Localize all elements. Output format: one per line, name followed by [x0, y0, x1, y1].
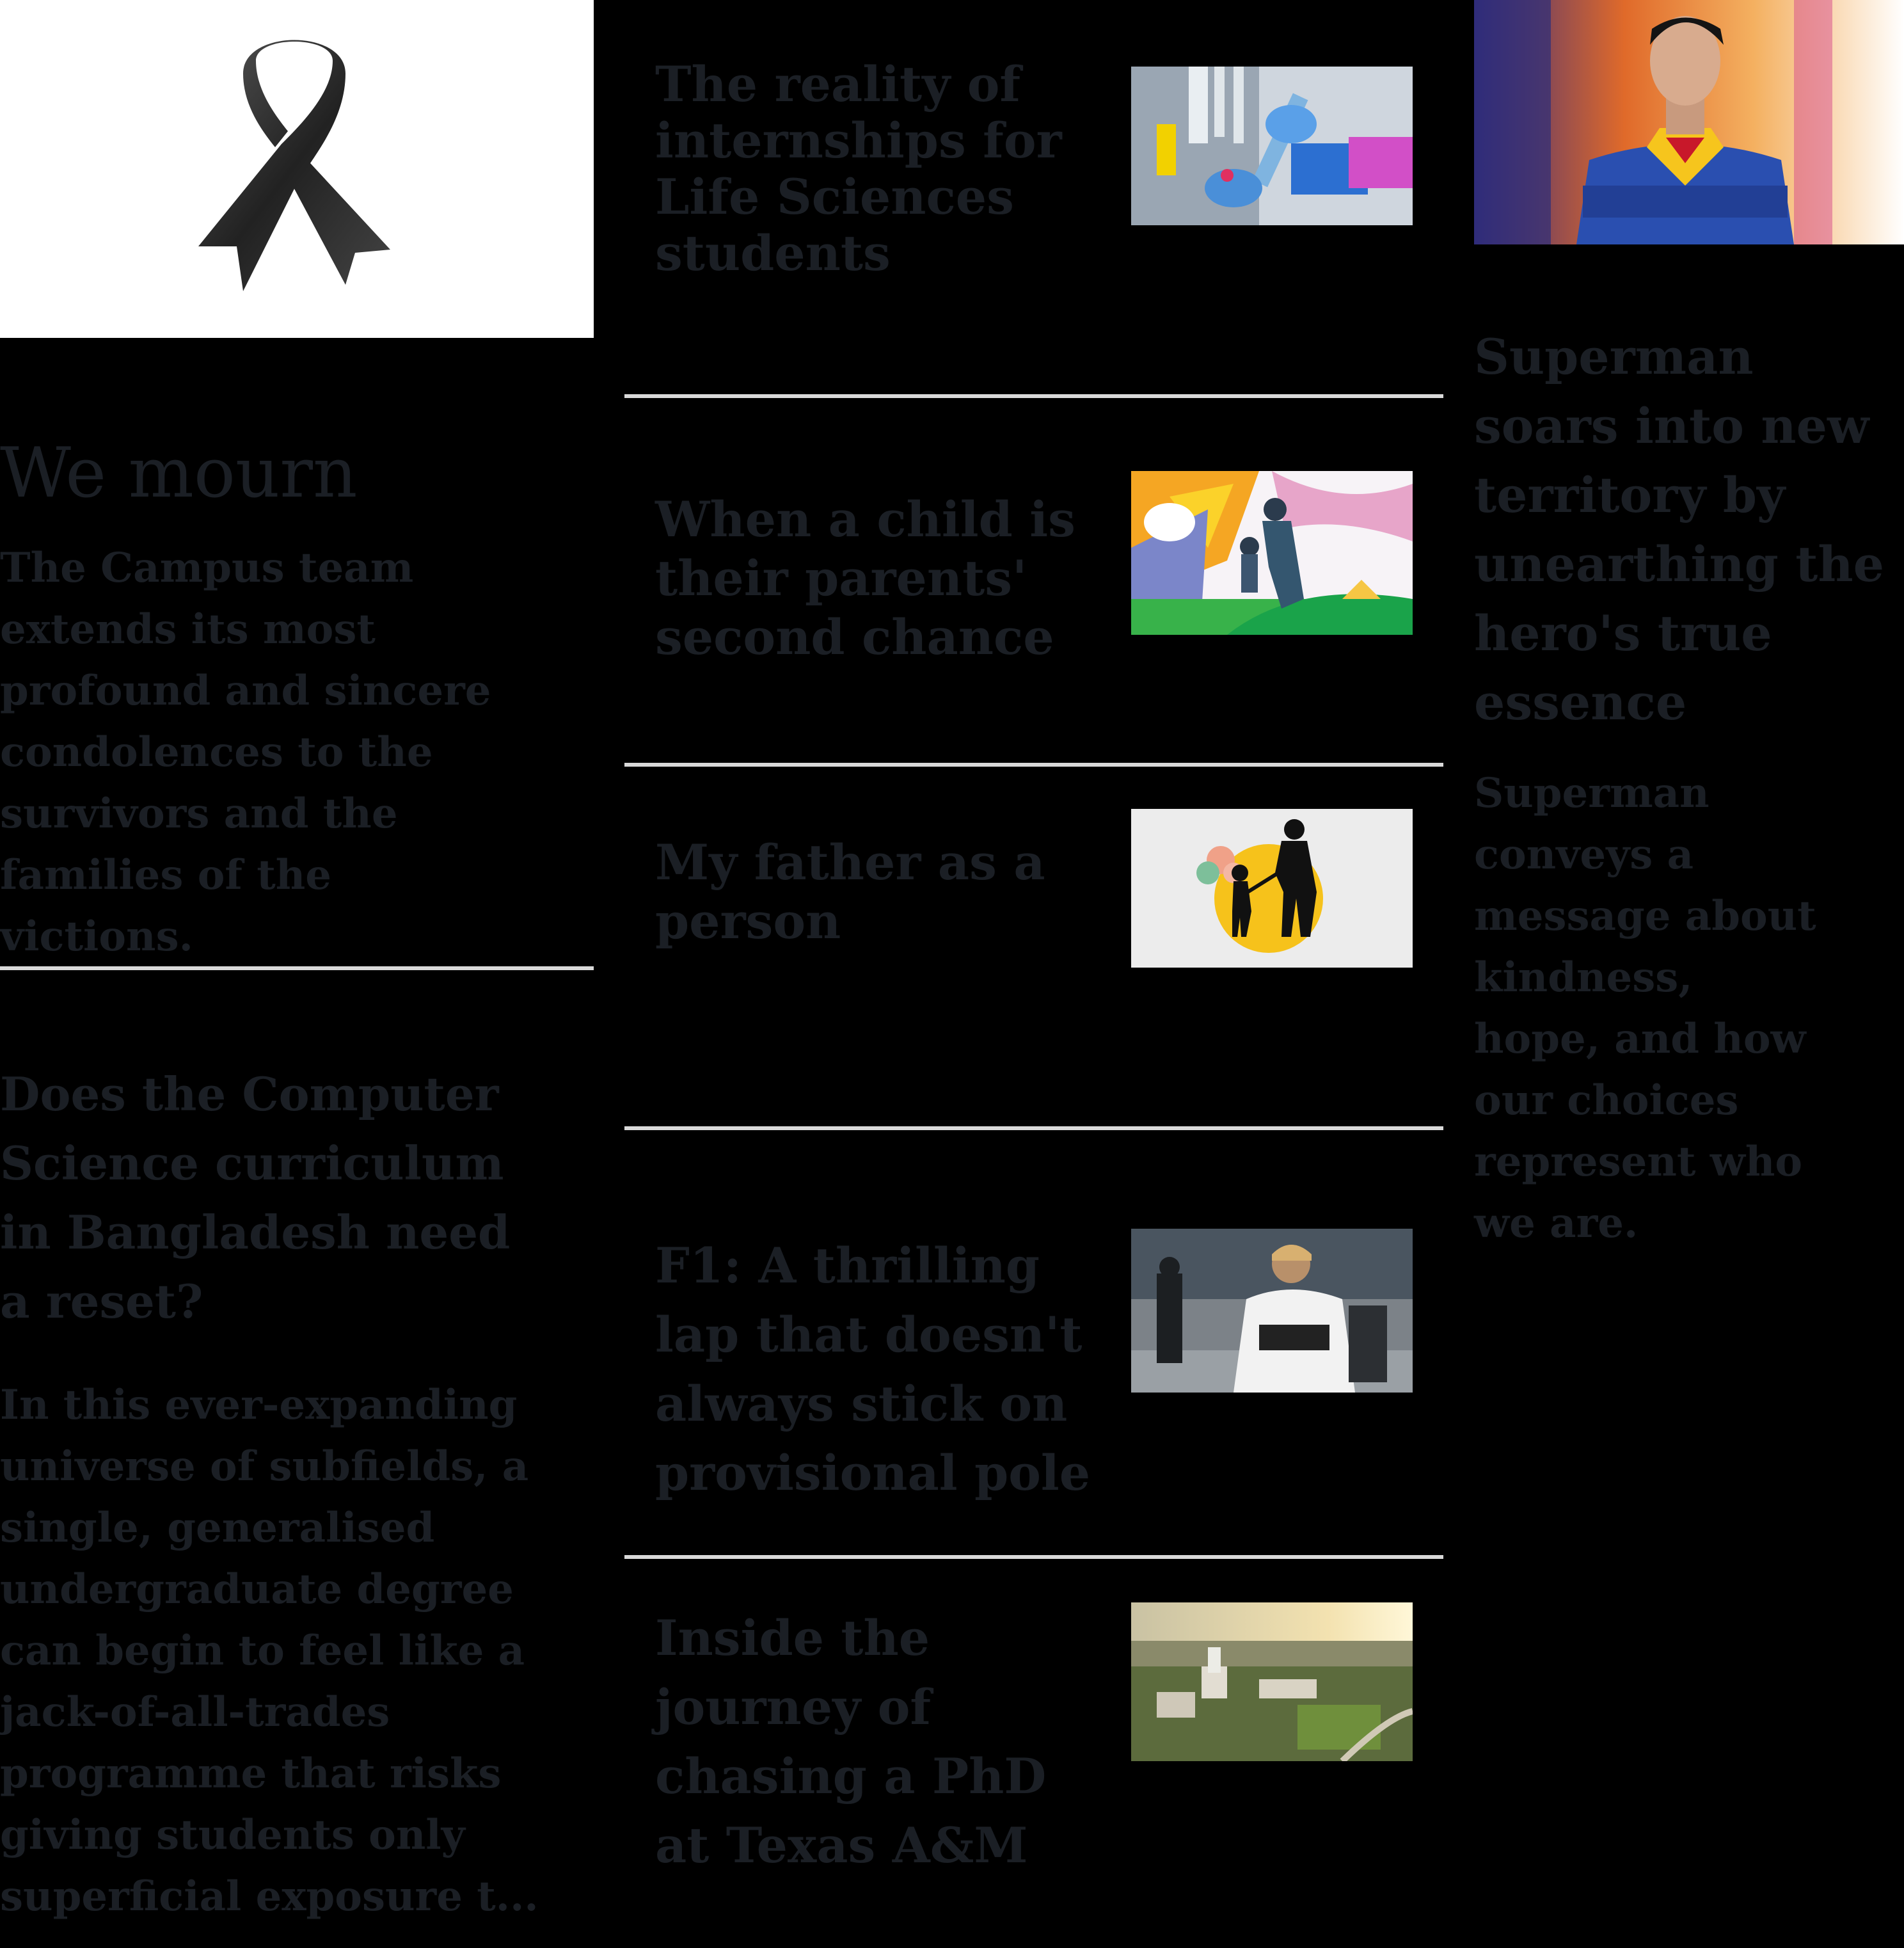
f1-driver-image[interactable] [1131, 1229, 1413, 1393]
black-ribbon-icon [198, 40, 390, 291]
story-father[interactable]: My father as a person [655, 833, 1103, 951]
story-second-chance[interactable]: When a child is their parents' second ch… [655, 490, 1103, 667]
divider [0, 966, 594, 970]
divider [624, 1126, 1443, 1130]
curriculum-story-summary: In this ever-expanding universe of subfi… [0, 1381, 539, 1920]
lead-story-summary: The Campus team extends its most profoun… [0, 544, 491, 961]
superman-image[interactable] [1474, 0, 1904, 244]
superman-story-title: Superman soars into new territory by une… [1474, 328, 1884, 731]
superman-story[interactable]: Superman soars into new territory by une… [1474, 323, 1896, 1254]
mourning-ribbon-image[interactable] [0, 0, 594, 338]
lead-story[interactable]: We mourn The Campus team extends its mos… [0, 435, 594, 968]
divider [624, 1555, 1443, 1559]
texas-am-campus-image[interactable] [1131, 1602, 1413, 1761]
curriculum-story[interactable]: Does the Computer Science curriculum in … [0, 1060, 576, 1928]
parent-child-illustration[interactable] [1131, 471, 1413, 635]
story-internships[interactable]: The reality of internships for Life Scie… [655, 56, 1103, 282]
story-phd[interactable]: Inside the journey of chasing a PhD at T… [655, 1604, 1116, 1880]
father-daughter-illustration[interactable] [1131, 809, 1413, 968]
story-f1[interactable]: F1: A thrilling lap that doesn't always … [655, 1231, 1103, 1508]
lead-story-title: We mourn [0, 433, 358, 513]
story-title: Inside the journey of chasing a PhD at T… [655, 1609, 1047, 1874]
superman-story-summary: Superman conveys a message about kindnes… [1474, 769, 1816, 1247]
story-title: When a child is their parents' second ch… [655, 491, 1075, 666]
story-title: F1: A thrilling lap that doesn't always … [655, 1237, 1091, 1501]
divider [624, 394, 1443, 398]
story-title: The reality of internships for Life Scie… [655, 56, 1062, 282]
divider [624, 763, 1443, 767]
curriculum-story-title: Does the Computer Science curriculum in … [0, 1067, 511, 1329]
story-title: My father as a person [655, 834, 1045, 950]
lab-pipette-image[interactable] [1131, 67, 1413, 225]
